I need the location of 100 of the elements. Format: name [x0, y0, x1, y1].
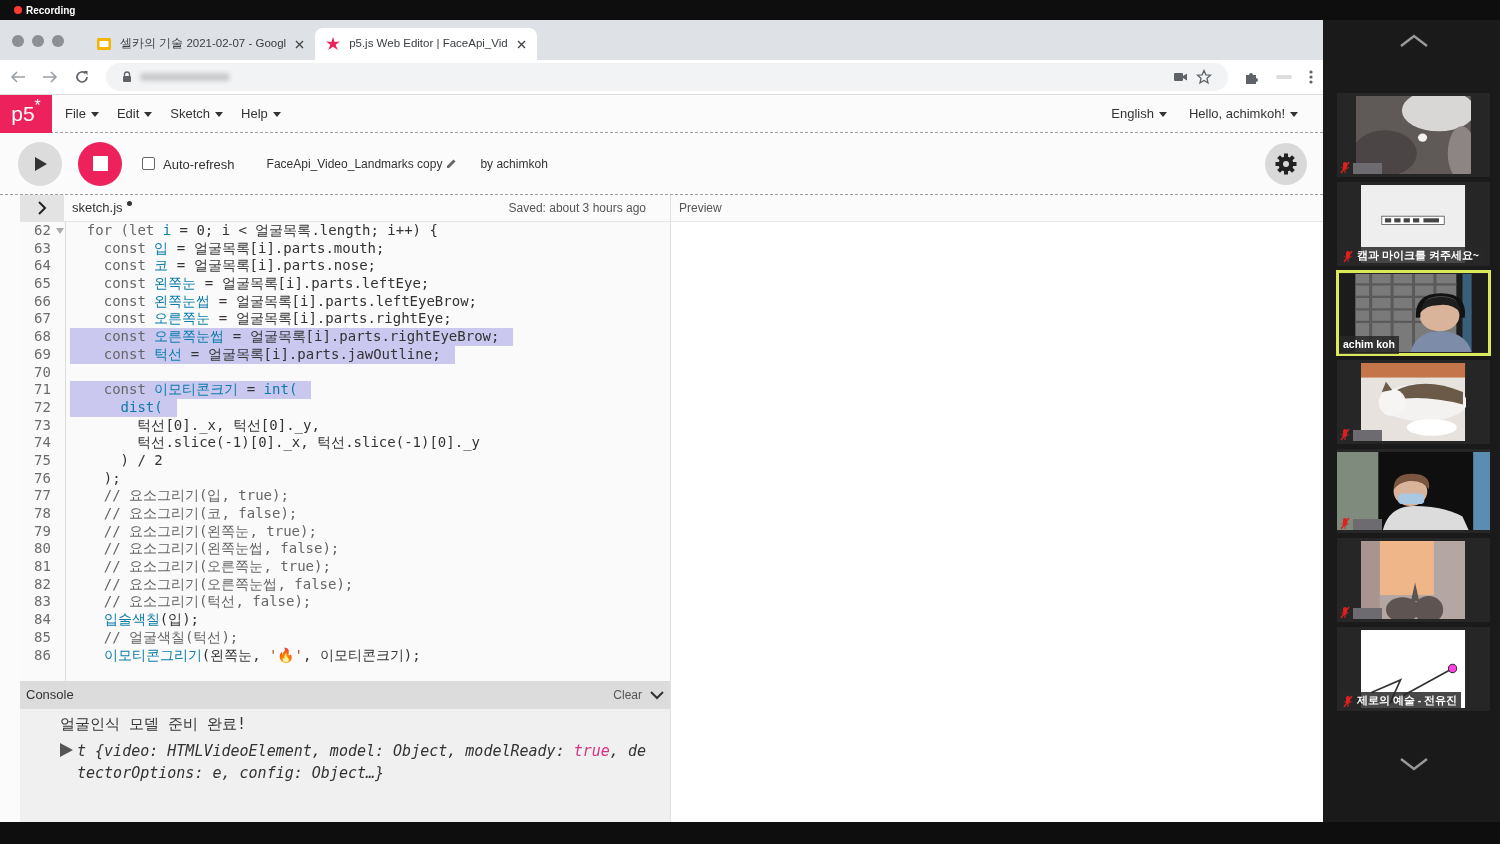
settings-button[interactable]: [1265, 142, 1307, 185]
lock-icon: [122, 71, 132, 83]
menu-item[interactable]: Hello, achimkoh!: [1179, 103, 1307, 124]
line-number: 65: [34, 275, 51, 292]
video-tile[interactable]: [1337, 360, 1490, 444]
console-object[interactable]: t {video: HTMLVideoElement, model: Object, modelReady: true, detectorOptions: e, config: Object…}: [77, 739, 650, 785]
settings-icon: [1275, 152, 1297, 175]
menu-item[interactable]: English: [1102, 103, 1176, 124]
video-tile[interactable]: [1337, 538, 1490, 622]
browser-tab[interactable]: 셀카의 기술 2021-02-07 - Googl: [86, 28, 316, 60]
close-icon[interactable]: [515, 38, 527, 50]
video-tile[interactable]: achim koh: [1337, 271, 1490, 355]
code-line: 입술색칠(입);: [102, 611, 200, 629]
line-number: 63: [34, 239, 51, 256]
code-line: // 요소그리기(오른쪽눈, true);: [102, 558, 332, 576]
menu-item[interactable]: Help: [232, 103, 290, 124]
menu-item[interactable]: Sketch: [161, 103, 233, 124]
code-line: // 요소그리기(왼쪽눈썹, false);: [102, 540, 341, 559]
file-name[interactable]: sketch.js: [72, 198, 123, 218]
stop-button[interactable]: [78, 141, 122, 186]
video-tile[interactable]: [1337, 93, 1490, 177]
line-number: 71: [34, 381, 51, 398]
line-number: 74: [34, 434, 51, 451]
caret-icon: [215, 111, 224, 117]
line-number: 64: [34, 257, 51, 274]
play-icon: [32, 155, 48, 172]
code-line: const 입 = 얼굴목록[i].parts.mouth;: [102, 239, 386, 258]
name-tag: [1353, 163, 1382, 174]
code-line: const 왼쪽눈 = 얼굴목록[i].parts.leftEye;: [102, 275, 431, 293]
menu-item[interactable]: File: [56, 103, 108, 124]
participant-name: 캠과 마이크를 켜주세요~: [1357, 248, 1479, 264]
line-number: 80: [34, 540, 51, 557]
back-icon[interactable]: [10, 69, 26, 85]
checkbox-label: Auto-refresh: [163, 156, 235, 175]
play-button[interactable]: [18, 141, 62, 186]
line-number: 82: [34, 575, 51, 592]
slides-icon: [96, 36, 112, 52]
caret-icon: [144, 111, 153, 117]
collapse-icon[interactable]: [650, 690, 664, 700]
close-icon[interactable]: [294, 38, 306, 50]
camera-icon[interactable]: [1173, 70, 1188, 84]
line-number: 79: [34, 522, 51, 539]
line-number: 73: [34, 416, 51, 433]
line-number: 81: [34, 558, 51, 575]
recording-dot: [14, 6, 22, 14]
video-tile[interactable]: 제로의 예술 - 전유진: [1337, 627, 1490, 711]
line-number: 68: [34, 328, 51, 345]
chevron-down-icon[interactable]: [1399, 757, 1428, 771]
saved-status: Saved: about 3 hours ago: [508, 200, 646, 217]
code-line: const 오른쪽눈 = 얼굴목록[i].parts.rightEye;: [102, 310, 453, 329]
video-tile[interactable]: 캠과 마이크를 켜주세요~: [1337, 182, 1490, 266]
code-line: // 요소그리기(코, false);: [102, 505, 299, 523]
browser-tab[interactable]: p5.js Web Editor | FaceApi_Vid: [315, 28, 537, 60]
code-line: 턱선[0]._x, 턱선[0]._y,: [136, 416, 321, 435]
code-line: ) / 2: [119, 451, 164, 470]
chevron-up-icon[interactable]: [1399, 34, 1428, 48]
caret-icon: [1290, 111, 1298, 117]
console-title: Console: [26, 686, 74, 705]
code-line: // 요소그리기(왼쪽눈, true);: [102, 522, 318, 541]
code-line: 이모티콘그리기(왼쪽눈, '🔥', 이모티콘크기);: [102, 646, 422, 665]
forward-icon[interactable]: [42, 69, 58, 85]
pencil-icon[interactable]: [446, 158, 457, 169]
code-line: // 요소그리기(턱선, false);: [102, 593, 313, 612]
line-number: 77: [34, 487, 51, 504]
line-number: 66: [34, 292, 51, 309]
author-label: by achimkoh: [480, 155, 548, 173]
expand-icon[interactable]: [60, 742, 73, 757]
code-line: );: [102, 469, 122, 488]
address-field[interactable]: [106, 63, 1228, 91]
code-line: for (let i = 0; i < 얼굴목록.length; i++) {: [85, 222, 439, 240]
sketch-name[interactable]: FaceApi_Video_Landmarks copy: [266, 154, 443, 173]
preview-label: Preview: [679, 200, 722, 217]
reload-icon[interactable]: [74, 69, 90, 85]
name-tag: [1353, 430, 1382, 441]
code-line: // 요소그리기(오른쪽눈썹, false);: [102, 575, 355, 594]
participant-name: achim koh: [1343, 337, 1395, 353]
code-line: // 요소그리기(입, true);: [102, 487, 290, 505]
line-number: 78: [34, 505, 51, 521]
caret-icon: [1158, 111, 1167, 117]
sidebar-toggle[interactable]: [20, 195, 64, 221]
code-line: // 얼굴색칠(턱선);: [102, 628, 240, 647]
line-number: 76: [34, 469, 51, 486]
line-number: 72: [34, 398, 51, 415]
participant-name: 제로의 예술 - 전유진: [1357, 693, 1458, 709]
stop-icon: [92, 156, 108, 171]
chevron-right-icon: [37, 201, 47, 215]
code-line: const 왼쪽눈썹 = 얼굴목록[i].parts.leftEyeBrow;: [102, 292, 478, 311]
line-number: 84: [34, 611, 51, 628]
name-tag: [1353, 608, 1382, 619]
clear-button[interactable]: Clear: [613, 686, 642, 704]
code-line: 턱선.slice(-1)[0]._x, 턱선.slice(-1)[0]._y: [136, 434, 481, 452]
star-icon[interactable]: [1196, 69, 1212, 85]
console-message: 얼굴인식 모델 준비 완료!: [60, 714, 247, 735]
line-number: 70: [34, 363, 51, 380]
menu-item[interactable]: Edit: [107, 103, 162, 124]
checkbox[interactable]: [142, 157, 155, 170]
tab-title: p5.js Web Editor | FaceApi_Vid: [349, 36, 508, 52]
caret-icon: [272, 111, 281, 117]
p5-logo[interactable]: p5$^{*}$: [0, 94, 52, 133]
menu-icon[interactable]: [1309, 70, 1313, 84]
